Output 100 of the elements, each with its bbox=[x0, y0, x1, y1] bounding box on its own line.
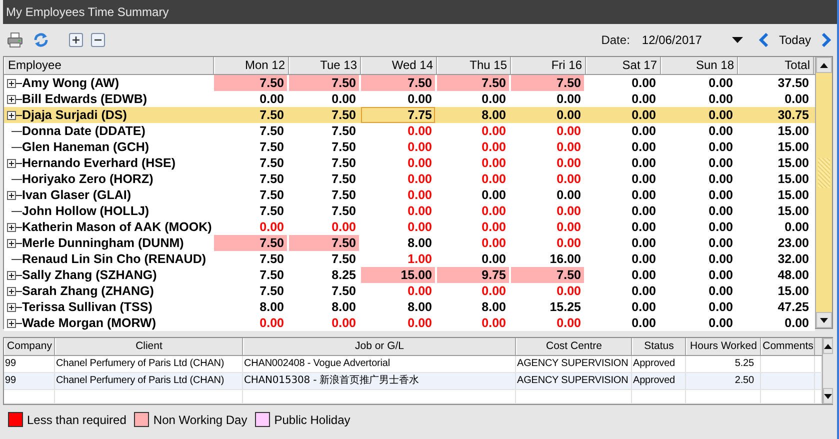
hours-value: 0.00 bbox=[556, 107, 582, 123]
hours-value: 7.50 bbox=[437, 75, 509, 91]
scroll-up-button[interactable] bbox=[816, 57, 832, 73]
column-header[interactable]: Job or G/L bbox=[243, 338, 516, 355]
expand-icon[interactable] bbox=[7, 302, 22, 312]
client-cell: Chanel Perfumery of Paris Ltd (CHAN) bbox=[55, 356, 243, 372]
column-header[interactable]: Company bbox=[4, 338, 55, 355]
hours-value: 15.00 bbox=[361, 267, 435, 283]
expand-icon[interactable] bbox=[7, 270, 22, 280]
employee-name: Donna Date (DDATE) bbox=[22, 123, 146, 139]
scroll-up-button[interactable] bbox=[823, 338, 833, 354]
plus-icon bbox=[69, 33, 83, 47]
hours-value: 0.00 bbox=[708, 251, 734, 267]
expand-icon[interactable] bbox=[7, 78, 22, 88]
expand-icon[interactable] bbox=[7, 222, 22, 232]
column-header[interactable]: Thu 15 bbox=[437, 57, 511, 74]
hours-value: 7.50 bbox=[330, 251, 357, 267]
column-header[interactable]: Hours Worked bbox=[686, 338, 761, 355]
scrollbar-thumb[interactable] bbox=[818, 158, 830, 188]
column-header[interactable]: Employee bbox=[4, 57, 214, 74]
expand-icon[interactable] bbox=[7, 238, 22, 248]
hours-value: 0.00 bbox=[630, 219, 657, 235]
window-title: My Employees Time Summary bbox=[6, 5, 169, 19]
expand-icon[interactable] bbox=[7, 94, 22, 104]
hours-value: 0.00 bbox=[480, 283, 507, 299]
hours-value: 8.00 bbox=[258, 299, 285, 315]
hours-value: 0.00 bbox=[630, 235, 657, 251]
hours-value: 0.00 bbox=[708, 139, 734, 155]
hours-value: 0.00 bbox=[406, 123, 433, 139]
scroll-down-button[interactable] bbox=[823, 388, 833, 404]
today-button[interactable]: Today bbox=[774, 33, 815, 47]
hours-value: 0.00 bbox=[556, 315, 582, 331]
expand-all-button[interactable] bbox=[69, 33, 83, 47]
expand-icon[interactable] bbox=[7, 158, 22, 168]
hours-value: 7.50 bbox=[289, 75, 359, 91]
hours-value: 0.00 bbox=[258, 315, 285, 331]
hours-cell: 2.50 bbox=[686, 373, 761, 389]
print-button[interactable] bbox=[7, 32, 23, 48]
hours-value: 0.00 bbox=[406, 187, 433, 203]
hours-value: 7.50 bbox=[330, 139, 357, 155]
dropdown-caret-icon bbox=[732, 37, 743, 43]
down-arrow-icon bbox=[824, 394, 832, 398]
hours-value: 0.00 bbox=[480, 171, 507, 187]
hours-value: 15.00 bbox=[776, 155, 810, 171]
hours-value: 0.00 bbox=[630, 171, 657, 187]
column-header[interactable]: Client bbox=[55, 338, 243, 355]
employee-row[interactable]: Djaja Surjadi (DS) 7.50 7.50 7.75 8.00 0.00 0.00 0.00 30.75 bbox=[4, 107, 815, 123]
expand-icon[interactable] bbox=[7, 318, 22, 328]
hours-value: 0.00 bbox=[556, 219, 582, 235]
hours-value: 0.00 bbox=[406, 171, 433, 187]
refresh-button[interactable] bbox=[33, 32, 49, 48]
legend-label: Public Holiday bbox=[274, 412, 350, 426]
company-cell: 99 bbox=[4, 373, 55, 389]
collapse-all-button[interactable] bbox=[91, 33, 105, 47]
column-header[interactable]: Mon 12 bbox=[214, 57, 289, 74]
hours-value: 0.00 bbox=[480, 155, 507, 171]
hours-value: 0.00 bbox=[556, 139, 582, 155]
hours-value: 0.00 bbox=[630, 123, 657, 139]
employee-row[interactable]: Wade Morgan (MORW) 0.00 0.00 0.00 0.00 0.00 0.00 0.00 0.00 bbox=[4, 315, 815, 331]
hours-value: 0.00 bbox=[406, 139, 433, 155]
column-header[interactable]: Comments bbox=[761, 338, 815, 355]
employee-name: Wade Morgan (MORW) bbox=[22, 315, 156, 331]
status-cell: Approved bbox=[632, 356, 686, 372]
column-header[interactable]: Total bbox=[738, 57, 814, 74]
hours-value: 0.00 bbox=[406, 203, 433, 219]
column-header[interactable]: Wed 14 bbox=[361, 57, 437, 74]
column-header[interactable]: Tue 13 bbox=[289, 57, 361, 74]
expand-icon[interactable] bbox=[7, 190, 22, 200]
hours-value: 8.00 bbox=[406, 235, 433, 251]
hours-value: 7.75 bbox=[361, 107, 435, 123]
hours-value: 0.00 bbox=[330, 91, 357, 107]
hours-value: 0.00 bbox=[406, 315, 433, 331]
hours-value: 0.00 bbox=[708, 91, 734, 107]
date-picker[interactable]: 12/06/2017 bbox=[642, 33, 743, 47]
hours-value: 0.00 bbox=[406, 155, 433, 171]
hours-value: 7.50 bbox=[258, 203, 285, 219]
column-header[interactable]: Cost Centre bbox=[516, 338, 632, 355]
hours-value: 0.00 bbox=[480, 235, 507, 251]
column-header[interactable]: Sun 18 bbox=[661, 57, 738, 74]
hours-value: 0.00 bbox=[480, 251, 507, 267]
hours-value: 0.00 bbox=[480, 203, 507, 219]
hours-value: 7.50 bbox=[289, 235, 359, 251]
hours-value: 7.50 bbox=[258, 123, 285, 139]
scroll-down-button[interactable] bbox=[816, 312, 832, 328]
hours-value: 0.00 bbox=[258, 91, 285, 107]
cost-centre-cell: AGENCY SUPERVISION bbox=[516, 356, 632, 372]
hours-value: 0.00 bbox=[556, 123, 582, 139]
expand-icon[interactable] bbox=[7, 110, 22, 120]
hours-value: 0.00 bbox=[708, 75, 734, 91]
column-header[interactable]: Fri 16 bbox=[511, 57, 586, 74]
expand-icon[interactable] bbox=[7, 286, 22, 296]
hours-value: 15.00 bbox=[776, 123, 810, 139]
column-header[interactable]: Status bbox=[632, 338, 686, 355]
column-header[interactable]: Sat 17 bbox=[586, 57, 661, 74]
hours-value: 0.00 bbox=[630, 315, 657, 331]
hours-value: 7.50 bbox=[258, 267, 285, 283]
next-button[interactable] bbox=[821, 33, 831, 47]
previous-button[interactable] bbox=[758, 33, 769, 47]
date-label: Date: bbox=[601, 33, 630, 47]
hours-value: 8.00 bbox=[480, 299, 507, 315]
